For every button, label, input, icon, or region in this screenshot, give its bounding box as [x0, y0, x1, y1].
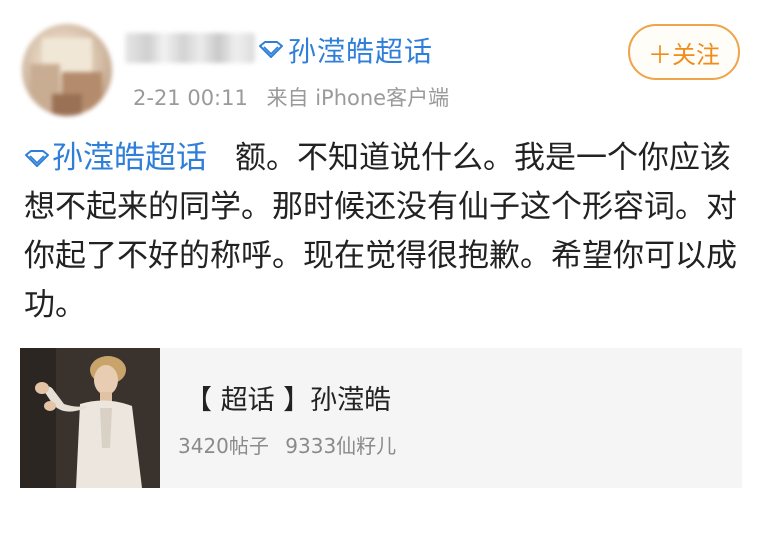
body-topic-link[interactable]: 孙滢皓超话: [24, 140, 207, 176]
card-thumbnail: [20, 348, 160, 488]
avatar[interactable]: [22, 24, 112, 116]
diamond-icon: [25, 150, 49, 167]
post-source: 来自 iPhone客户端: [266, 86, 450, 110]
card-title: 【 超话 】孙滢皓: [185, 385, 392, 416]
card-stats: 3420帖子 9333仙籽儿: [178, 430, 396, 459]
post-time: 2-21 00:11: [133, 86, 248, 110]
person-photo: [20, 348, 160, 488]
super-topic-label: 孙滢皓超话: [288, 35, 434, 68]
card-fan-count: 9333仙籽儿: [285, 434, 397, 458]
body-topic-label: 孙滢皓超话: [52, 140, 207, 176]
post-meta: 2-21 00:11 来自 iPhone客户端: [133, 82, 449, 112]
post-body: 孙滢皓超话 额。不知道说什么。我是一个你应该想不起来的同学。那时候还没有仙子这个形…: [24, 134, 746, 330]
diamond-icon: [259, 41, 283, 58]
username-blurred[interactable]: [125, 33, 255, 63]
card-post-count: 3420帖子: [178, 434, 269, 458]
super-topic-tag[interactable]: 孙滢皓超话: [258, 30, 433, 70]
follow-button[interactable]: ＋关注: [628, 24, 740, 80]
super-topic-card[interactable]: 【 超话 】孙滢皓 3420帖子 9333仙籽儿: [20, 348, 742, 488]
